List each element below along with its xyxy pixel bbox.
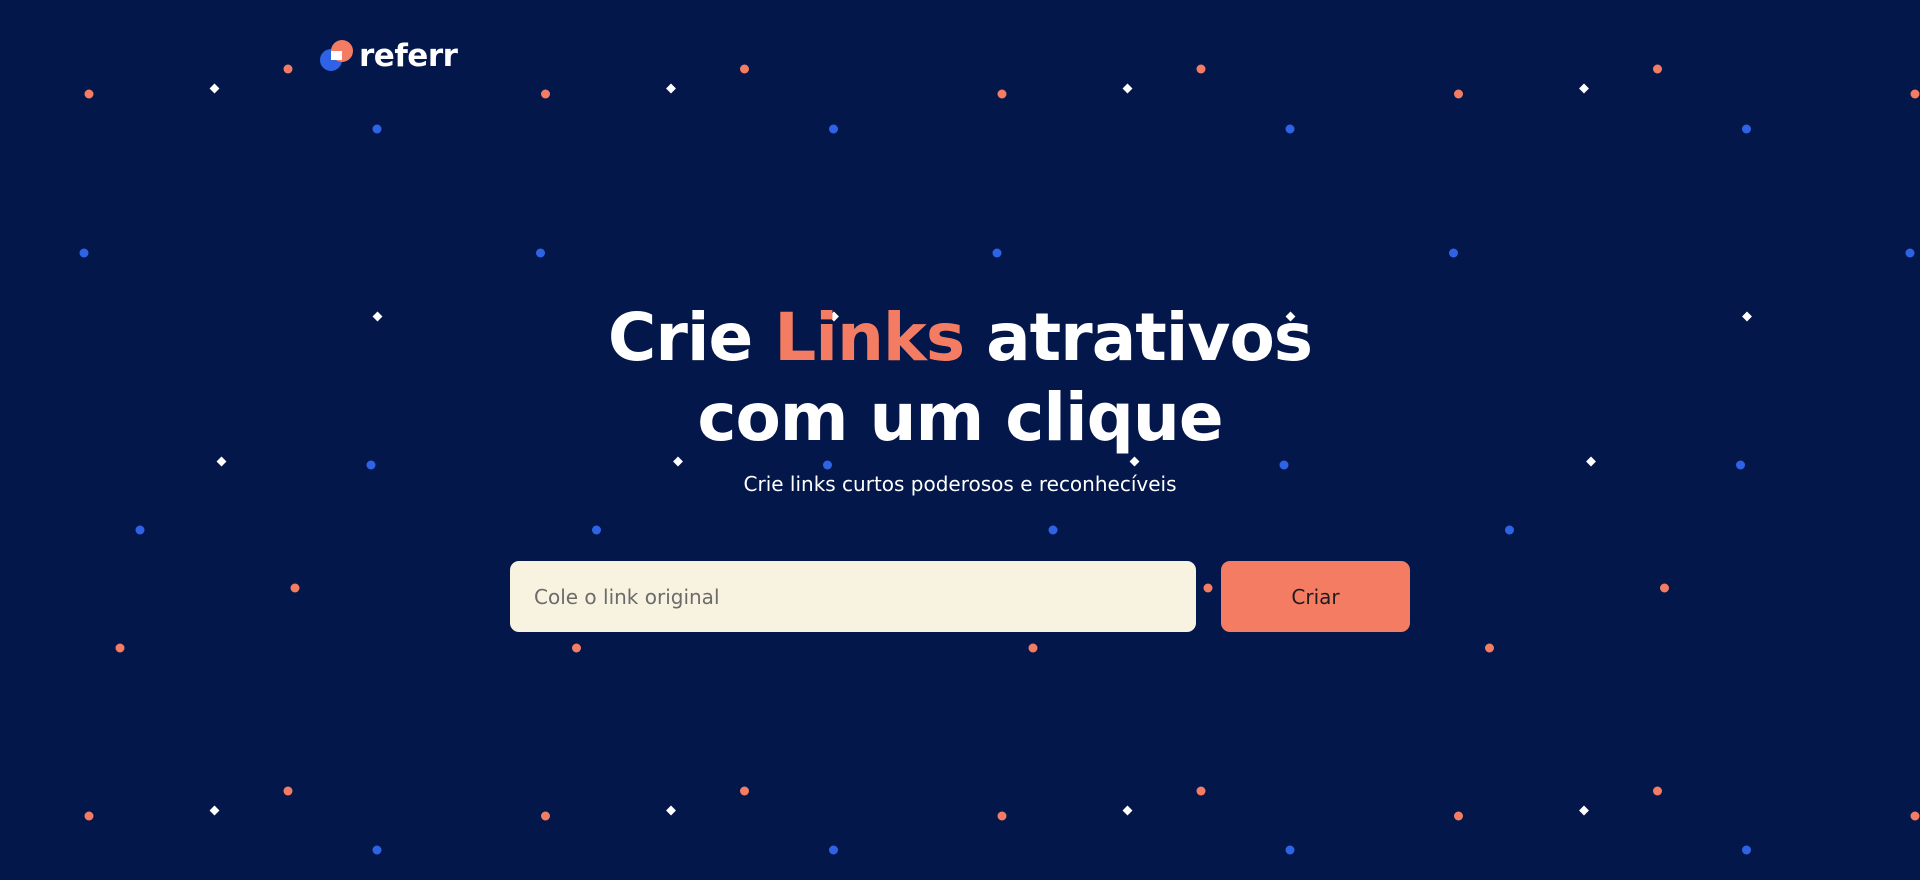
hero-section: Crie Links atrativos com um clique Crie … (0, 298, 1920, 496)
hero-headline: Crie Links atrativos com um clique (0, 298, 1920, 458)
brand-logo[interactable]: referr (319, 37, 458, 74)
headline-line-2: com um clique (697, 379, 1223, 456)
hero-subtitle: Crie links curtos poderosos e reconhecív… (743, 472, 1177, 496)
headline-text-end: atrativos (964, 299, 1313, 376)
original-link-input[interactable] (510, 561, 1196, 632)
headline-text-start: Crie (607, 299, 775, 376)
background-dot-pattern-top (0, 30, 1920, 230)
referr-logo-icon (320, 40, 353, 71)
shorten-link-form: Criar (510, 561, 1410, 632)
create-button[interactable]: Criar (1221, 561, 1410, 632)
headline-accent: Links (774, 299, 965, 376)
background-dot-pattern-bottom (0, 775, 1920, 875)
brand-name: referr (359, 37, 458, 74)
